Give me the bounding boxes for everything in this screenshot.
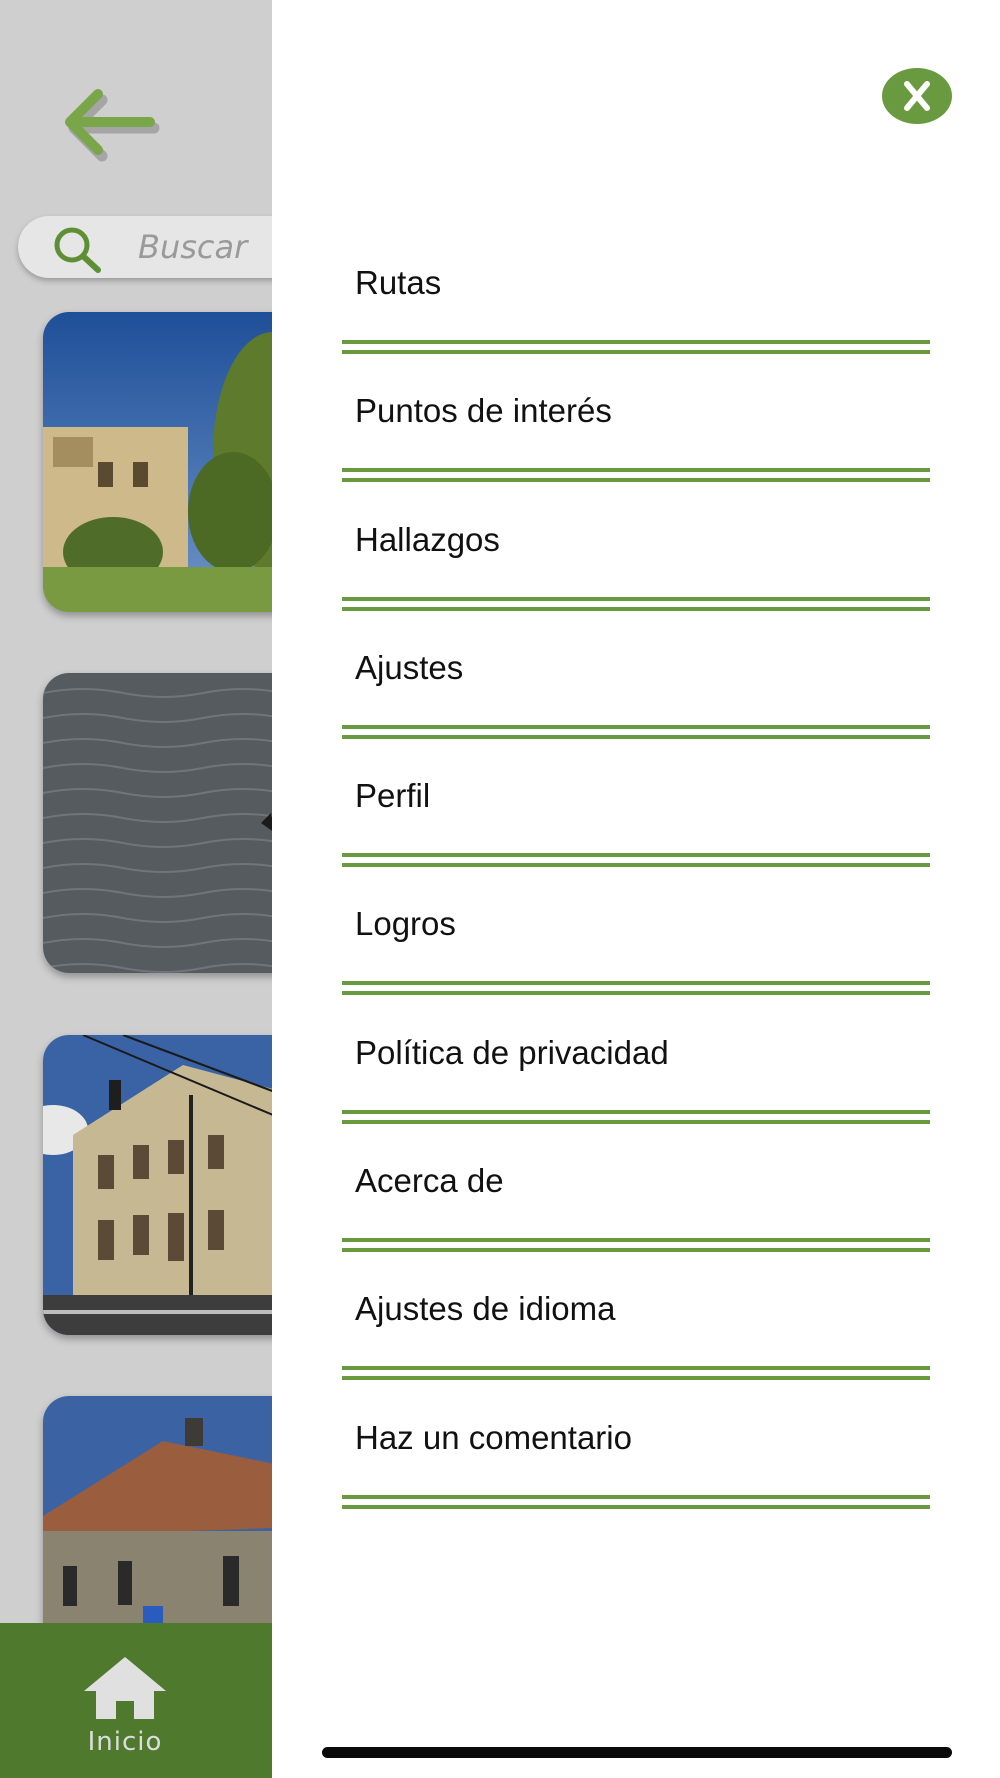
- place-card[interactable]: [43, 1035, 272, 1335]
- menu-item-logros[interactable]: Logros: [342, 861, 930, 996]
- menu-item-label: Rutas: [355, 264, 442, 301]
- search-icon: [48, 224, 118, 274]
- place-card[interactable]: [43, 312, 272, 612]
- menu-item-label: Ajustes: [355, 648, 464, 686]
- menu-item-label: Logros: [355, 905, 456, 943]
- menu-item-acerca-de[interactable]: Acerca de: [342, 1118, 930, 1253]
- tab-home-label: Inicio: [87, 1727, 163, 1757]
- background-app: Inicio: [0, 0, 272, 1778]
- menu-list: Rutas Puntos de interés Hallazgos Ajuste…: [342, 220, 930, 1509]
- home-icon: [80, 1655, 170, 1721]
- menu-item-hallazgos[interactable]: Hallazgos: [342, 477, 930, 611]
- menu-item-puntos-de-interes[interactable]: Puntos de interés: [342, 348, 930, 483]
- menu-item-label: Puntos de interés: [355, 392, 612, 430]
- place-card[interactable]: [43, 673, 272, 973]
- menu-item-haz-un-comentario[interactable]: Haz un comentario: [342, 1375, 930, 1509]
- search-input[interactable]: [138, 226, 272, 268]
- menu-divider: [342, 1494, 930, 1509]
- tab-home[interactable]: Inicio: [40, 1655, 210, 1765]
- close-icon: [882, 68, 952, 124]
- menu-item-label: Haz un comentario: [355, 1418, 632, 1456]
- menu-item-label: Política de privacidad: [355, 1033, 669, 1071]
- menu-item-label: Ajustes de idioma: [355, 1290, 616, 1328]
- back-button[interactable]: [62, 84, 162, 164]
- close-menu-button[interactable]: [882, 68, 952, 124]
- place-image: [43, 312, 272, 612]
- app-screen: Inicio Rutas Puntos de interés Hallazgos: [0, 0, 1000, 1778]
- menu-item-label: Hallazgos: [355, 520, 500, 558]
- home-indicator[interactable]: [322, 1747, 952, 1758]
- search-bar[interactable]: [18, 216, 272, 278]
- side-menu: Rutas Puntos de interés Hallazgos Ajuste…: [272, 0, 1000, 1778]
- place-image: [43, 1035, 272, 1335]
- menu-item-label: Acerca de: [355, 1162, 504, 1200]
- menu-item-rutas[interactable]: Rutas: [342, 220, 930, 354]
- menu-item-label: Perfil: [355, 777, 431, 815]
- arrow-left-icon: [65, 89, 160, 162]
- bottom-tab-bar: Inicio: [0, 1623, 272, 1778]
- menu-item-ajustes-de-idioma[interactable]: Ajustes de idioma: [342, 1246, 930, 1381]
- place-image: [43, 673, 272, 973]
- menu-item-politica-de-privacidad[interactable]: Política de privacidad: [342, 990, 930, 1124]
- menu-item-perfil[interactable]: Perfil: [342, 733, 930, 868]
- menu-item-ajustes[interactable]: Ajustes: [342, 605, 930, 739]
